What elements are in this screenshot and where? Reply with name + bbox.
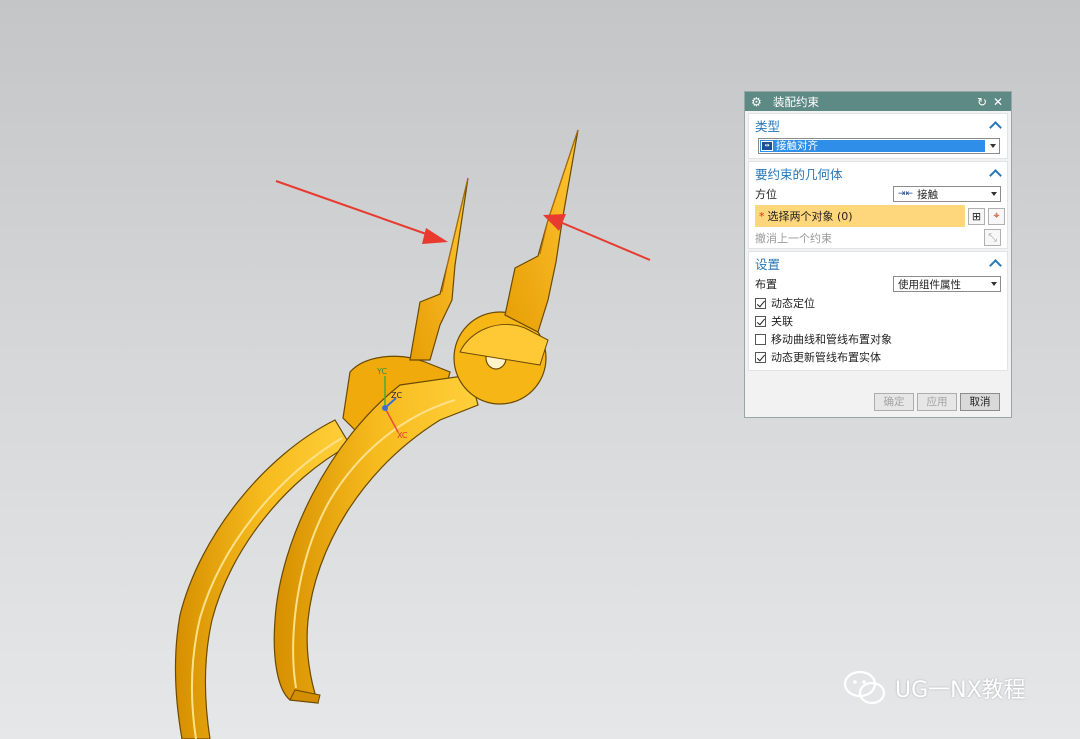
collapse-chevron-icon[interactable] bbox=[990, 258, 1000, 268]
triad-yc-label: YC bbox=[376, 367, 387, 376]
wechat-logo-icon bbox=[843, 670, 886, 705]
checkbox-move-curves-routing[interactable]: 移动曲线和管线布置对象 bbox=[749, 330, 1007, 348]
plier-part-back[interactable] bbox=[174, 177, 469, 739]
checkbox[interactable] bbox=[755, 315, 766, 327]
constraint-type-value: 接触对齐 bbox=[776, 140, 818, 152]
watermark-text: UG一NX教程 bbox=[895, 678, 1026, 703]
select-objects-field[interactable]: * 选择两个对象 (0) bbox=[755, 205, 965, 227]
required-star-icon: * bbox=[759, 209, 765, 223]
touch-align-icon: ⇹ bbox=[761, 141, 773, 151]
collapse-chevron-icon[interactable] bbox=[990, 120, 1000, 130]
gear-icon[interactable]: ⚙ bbox=[751, 96, 763, 108]
checkbox-label: 动态更新管线布置实体 bbox=[771, 351, 881, 364]
orientation-select[interactable]: ⇥⇤ 接触 bbox=[893, 186, 1001, 202]
point-crosshair-icon[interactable]: ⌖ bbox=[988, 207, 1005, 225]
close-icon[interactable]: ✕ bbox=[991, 95, 1005, 109]
undo-constraint-icon[interactable]: ⤡ bbox=[984, 229, 1001, 246]
settings-section-header: 设置 bbox=[755, 256, 781, 272]
dialog-footer: 确定 应用 取消 bbox=[745, 387, 1011, 417]
watermark: UG一NX教程 bbox=[843, 669, 1026, 707]
collapse-chevron-icon[interactable] bbox=[990, 168, 1000, 178]
dropdown-arrow-icon bbox=[990, 144, 996, 148]
apply-button[interactable]: 应用 bbox=[917, 393, 957, 411]
type-section: 类型 ⇹ 接触对齐 bbox=[748, 113, 1008, 159]
layout-label: 布置 bbox=[755, 278, 777, 291]
orientation-label: 方位 bbox=[755, 188, 777, 201]
geometry-section-header: 要约束的几何体 bbox=[755, 166, 843, 182]
annotation-arrow-left bbox=[275, 180, 448, 244]
dialog-title: 装配约束 bbox=[773, 94, 819, 109]
checkbox-label: 移动曲线和管线布置对象 bbox=[771, 333, 892, 346]
checkbox-label: 动态定位 bbox=[771, 297, 815, 310]
touch-icon: ⇥⇤ bbox=[898, 189, 914, 199]
undo-last-constraint-label[interactable]: 撤消上一个约束 bbox=[755, 230, 981, 246]
settings-section: 设置 布置 使用组件属性 动态定位 关联 移动曲线和管线布置对象 动态更新管线布… bbox=[748, 251, 1008, 371]
checkbox-dynamic-positioning[interactable]: 动态定位 bbox=[749, 294, 1007, 312]
checkbox[interactable] bbox=[755, 333, 766, 345]
type-section-header: 类型 bbox=[755, 118, 781, 134]
constraint-type-select[interactable]: ⇹ 接触对齐 bbox=[758, 138, 1000, 154]
dropdown-arrow-icon bbox=[991, 282, 997, 286]
checkbox-associative[interactable]: 关联 bbox=[749, 312, 1007, 330]
geometry-section: 要约束的几何体 方位 ⇥⇤ 接触 * 选择两个对象 (0) ⊞ ⌖ 撤消上一个约… bbox=[748, 161, 1008, 249]
assembly-constraint-dialog: ⚙ 装配约束 ↻ ✕ 类型 ⇹ 接触对齐 要约束的几何体 方位 ⇥⇤ 接触 * … bbox=[744, 91, 1012, 418]
ok-button[interactable]: 确定 bbox=[874, 393, 914, 411]
checkbox[interactable] bbox=[755, 297, 766, 309]
reset-icon[interactable]: ↻ bbox=[975, 95, 989, 109]
triad-zc-label: ZC bbox=[391, 391, 402, 400]
cancel-button[interactable]: 取消 bbox=[960, 393, 1000, 411]
checkbox-dynamic-update-routing[interactable]: 动态更新管线布置实体 bbox=[749, 348, 1007, 366]
checkbox[interactable] bbox=[755, 351, 766, 363]
layout-select[interactable]: 使用组件属性 bbox=[893, 276, 1001, 292]
triad-xc-label: XC bbox=[397, 431, 408, 440]
orientation-value: 接触 bbox=[917, 188, 939, 201]
select-filter-icon[interactable]: ⊞ bbox=[968, 207, 985, 225]
checkbox-label: 关联 bbox=[771, 315, 793, 328]
dropdown-arrow-icon bbox=[991, 192, 997, 196]
select-objects-label: 选择两个对象 (0) bbox=[767, 210, 853, 223]
dialog-titlebar[interactable]: ⚙ 装配约束 ↻ ✕ bbox=[745, 92, 1011, 111]
layout-value: 使用组件属性 bbox=[898, 278, 961, 291]
plier-part-front[interactable] bbox=[273, 129, 579, 704]
